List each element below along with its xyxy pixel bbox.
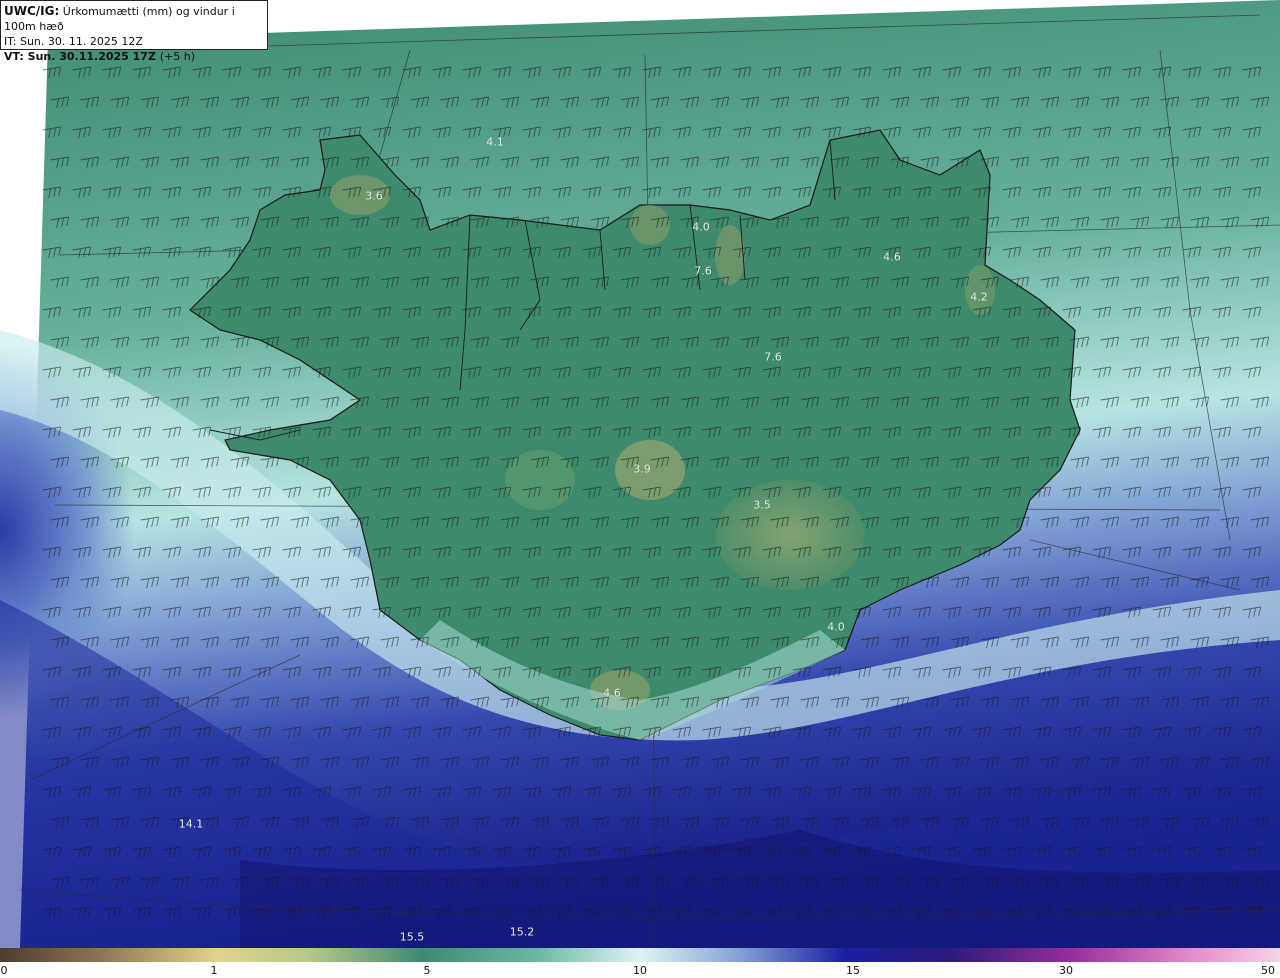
valid-time: VT: Sun. 30.11.2025 17Z: [4, 50, 156, 63]
map-value-label: 4.0: [692, 220, 710, 234]
colorbar-tick: 5: [423, 964, 431, 977]
map-value-label: 14.1: [178, 817, 204, 831]
map-value-label: 4.0: [827, 620, 845, 634]
colorbar-tick: 30: [1059, 964, 1073, 977]
colorbar-tick: 50: [1261, 964, 1275, 977]
map-value-label: 4.6: [603, 686, 621, 700]
map-value-label: 15.5: [399, 930, 425, 944]
colorbar-tick: 15: [846, 964, 860, 977]
map-value-label: 7.6: [764, 350, 782, 364]
map-value-label: 4.2: [970, 290, 988, 304]
map-value-label: 4.6: [883, 250, 901, 264]
colorbar: [0, 948, 1280, 962]
map-value-label: 3.5: [753, 498, 771, 512]
init-time: IT: Sun. 30. 11. 2025 12Z: [4, 35, 143, 48]
map-info-box: UWC/IG: Úrkomumætti (mm) og vindur i 100…: [0, 0, 268, 63]
map-value-label: 15.2: [509, 925, 535, 939]
colorbar-tick: 0: [0, 964, 8, 977]
model-name: UWC/IG:: [4, 4, 60, 18]
colorbar-tick: 10: [633, 964, 647, 977]
colorbar-tick: 1: [210, 964, 218, 977]
map-value-label: 4.1: [486, 135, 504, 149]
precipitation-map: [0, 0, 1280, 948]
map-value-label: 7.6: [694, 264, 712, 278]
lead-time: (+5 h): [159, 50, 196, 63]
map-value-label: 3.9: [633, 462, 651, 476]
map-value-label: 3.6: [365, 189, 383, 203]
